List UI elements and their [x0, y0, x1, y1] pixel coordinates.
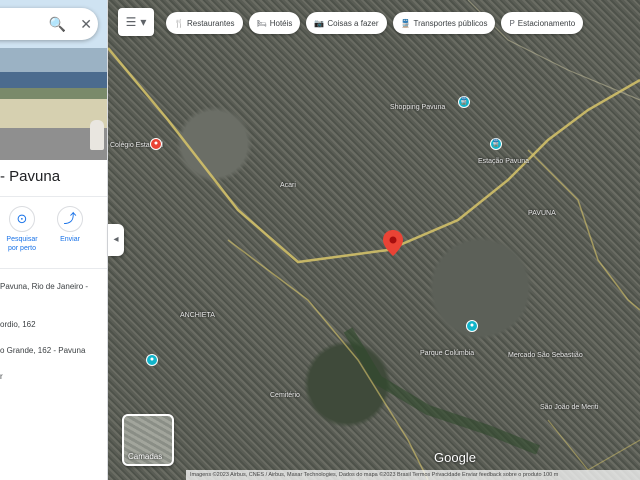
map-label[interactable]: Acari — [280, 182, 296, 189]
chip-train[interactable]: 🚆 Transportes públicos — [392, 12, 496, 34]
map-label[interactable]: ANCHIETA — [180, 312, 215, 319]
train-station-icon[interactable]: 🚆 — [490, 138, 502, 150]
hamburger-icon: ☰ — [125, 15, 137, 29]
place-title: - Pavuna — [0, 168, 61, 185]
chip-camera[interactable]: 📷 Coisas a fazer — [306, 12, 387, 34]
map-label[interactable]: Estação Pavuna — [478, 158, 529, 165]
search-box[interactable]: 🔍 ✕ — [0, 8, 98, 40]
info-line[interactable]: r — [0, 372, 3, 381]
train-icon: 🚆 — [400, 18, 411, 28]
map-label[interactable]: Parque Colúmbia — [420, 350, 474, 357]
search-nearby-button[interactable]: ⊙ Pesquisar por perto — [2, 206, 42, 253]
map-footer[interactable]: Imagens ©2023 Airbus, CNES / Airbus, Max… — [186, 470, 640, 480]
map-label[interactable]: PAVUNA — [528, 210, 556, 217]
collapse-panel-button[interactable]: ◂ — [108, 224, 124, 256]
fork-knife-icon: 🍴 — [174, 18, 184, 28]
menu-button[interactable]: ☰ ▾ — [118, 8, 154, 36]
map-label[interactable]: São João de Meriti — [540, 404, 598, 411]
close-icon[interactable]: ✕ — [80, 16, 92, 33]
search-nearby-icon: ⊙ — [9, 206, 35, 232]
camera-icon: 📷 — [314, 18, 325, 28]
school-marker-icon[interactable]: ● — [150, 138, 162, 150]
map-label[interactable]: Shopping Pavuna — [390, 104, 445, 111]
share-button[interactable]: ⤴ Enviar — [50, 206, 90, 244]
map-label[interactable]: Mercado São Sebastião — [508, 352, 583, 359]
chip-fork-knife[interactable]: 🍴 Restaurantes — [166, 12, 243, 34]
map-label[interactable]: Cemitério — [270, 392, 300, 399]
chip-parking[interactable]: P Estacionamento — [501, 12, 584, 34]
place-marker-icon[interactable]: ● — [146, 354, 158, 366]
train-station-icon[interactable]: 🚆 — [458, 96, 470, 108]
place-panel: 🔍 ✕ - Pavuna ⊙ Pesquisar por perto ⤴ Env… — [0, 0, 108, 480]
bed-icon: 🛏 — [256, 18, 267, 28]
layers-button[interactable]: Camadas — [122, 414, 174, 466]
address-line[interactable]: Pavuna, Rio de Janeiro - — [0, 282, 88, 291]
category-chips: 🍴 Restaurantes 🛏 Hotéis 📷 Coisas a fazer 🚆 Tran… — [166, 12, 584, 34]
parking-icon: P — [509, 18, 515, 28]
place-marker-icon[interactable]: ● — [466, 320, 478, 332]
chip-bed[interactable]: 🛏 Hotéis — [248, 12, 301, 34]
info-line[interactable]: o Grande, 162 - Pavuna — [0, 346, 85, 355]
location-pin-icon[interactable] — [383, 230, 403, 256]
google-logo: Google — [434, 450, 476, 465]
chevron-down-icon: ▾ — [140, 15, 147, 29]
info-line[interactable]: ordio, 162 — [0, 320, 36, 329]
chevron-left-icon: ◂ — [113, 234, 119, 245]
share-icon: ⤴ — [57, 206, 83, 232]
search-icon[interactable]: 🔍 — [49, 16, 66, 33]
